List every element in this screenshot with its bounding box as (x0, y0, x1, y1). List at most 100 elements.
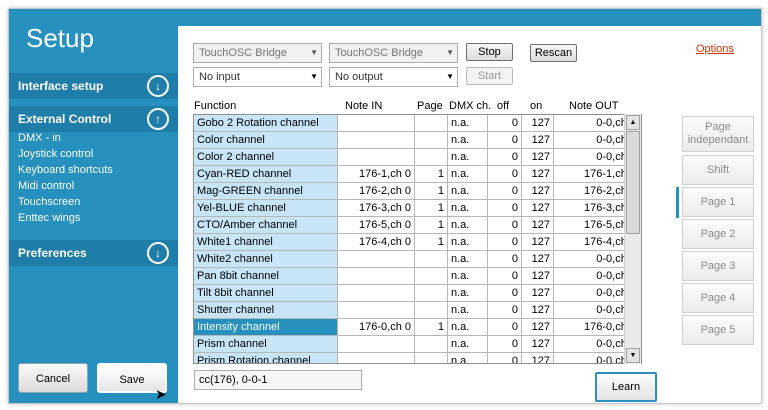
cell-note-in[interactable]: 176-4,ch 0 (338, 234, 415, 251)
cell-on[interactable]: 127 (522, 336, 554, 353)
cell-function[interactable]: Color 2 channel (194, 149, 338, 166)
cell-on[interactable]: 127 (522, 268, 554, 285)
cell-on[interactable]: 127 (522, 319, 554, 336)
cell-on[interactable]: 127 (522, 166, 554, 183)
cell-dmx-channel[interactable]: n.a. (448, 132, 488, 149)
sidebar-item-enttec[interactable]: Enttec wings (18, 212, 80, 224)
cell-function[interactable]: Intensity channel (194, 319, 338, 336)
cell-off[interactable]: 0 (488, 353, 522, 363)
cell-dmx-channel[interactable]: n.a. (448, 251, 488, 268)
learn-button[interactable]: Learn (595, 372, 657, 402)
input-select[interactable]: No input ▼ (193, 67, 322, 87)
cell-note-in[interactable] (338, 353, 415, 363)
rescan-button[interactable]: Rescan (530, 44, 577, 62)
table-row[interactable]: Shutter channel n.a. 0 127 0-0,ch 0 (194, 302, 641, 319)
cell-on[interactable]: 127 (522, 302, 554, 319)
cell-function[interactable]: Mag-GREEN channel (194, 183, 338, 200)
cell-off[interactable]: 0 (488, 336, 522, 353)
page-4-button[interactable]: Page 4 (682, 283, 754, 313)
cell-dmx-channel[interactable]: n.a. (448, 234, 488, 251)
cell-on[interactable]: 127 (522, 217, 554, 234)
cell-note-in[interactable]: 176-3,ch 0 (338, 200, 415, 217)
cell-off[interactable]: 0 (488, 302, 522, 319)
cell-function[interactable]: CTO/Amber channel (194, 217, 338, 234)
cell-page[interactable] (415, 353, 448, 363)
cell-dmx-channel[interactable]: n.a. (448, 285, 488, 302)
cell-off[interactable]: 0 (488, 234, 522, 251)
table-row[interactable]: Color channel n.a. 0 127 0-0,ch 0 (194, 132, 641, 149)
cell-on[interactable]: 127 (522, 115, 554, 132)
cell-page[interactable] (415, 251, 448, 268)
stop-button[interactable]: Stop (466, 43, 513, 61)
page-5-button[interactable]: Page 5 (682, 315, 754, 345)
cell-function[interactable]: White1 channel (194, 234, 338, 251)
page-independent-button[interactable]: Page independant (682, 116, 754, 152)
cell-page[interactable] (415, 115, 448, 132)
cell-function[interactable]: Prism channel (194, 336, 338, 353)
cell-function[interactable]: Pan 8bit channel (194, 268, 338, 285)
sidebar-item-joystick[interactable]: Joystick control (18, 148, 93, 160)
cell-dmx-channel[interactable]: n.a. (448, 217, 488, 234)
section-external-control[interactable]: External Control ↑ (9, 106, 178, 132)
start-button[interactable]: Start (466, 67, 513, 85)
input-device-combo[interactable]: TouchOSC Bridge ▼ (193, 43, 322, 63)
cell-dmx-channel[interactable]: n.a. (448, 319, 488, 336)
cell-dmx-channel[interactable]: n.a. (448, 302, 488, 319)
cell-page[interactable] (415, 302, 448, 319)
cell-note-in[interactable]: 176-2,ch 0 (338, 183, 415, 200)
page-2-button[interactable]: Page 2 (682, 219, 754, 249)
cell-function[interactable]: Tilt 8bit channel (194, 285, 338, 302)
cell-off[interactable]: 0 (488, 115, 522, 132)
table-row[interactable]: Tilt 8bit channel n.a. 0 127 0-0,ch 0 (194, 285, 641, 302)
cell-page[interactable] (415, 132, 448, 149)
page-3-button[interactable]: Page 3 (682, 251, 754, 281)
cell-function[interactable]: Color channel (194, 132, 338, 149)
cell-function[interactable]: White2 channel (194, 251, 338, 268)
cell-page[interactable] (415, 285, 448, 302)
cell-page[interactable]: 1 (415, 234, 448, 251)
cell-function[interactable]: Shutter channel (194, 302, 338, 319)
cell-dmx-channel[interactable]: n.a. (448, 183, 488, 200)
cell-note-in[interactable]: 176-1,ch 0 (338, 166, 415, 183)
scroll-thumb[interactable] (626, 131, 640, 234)
cell-page[interactable] (415, 336, 448, 353)
cell-dmx-channel[interactable]: n.a. (448, 115, 488, 132)
table-row[interactable]: Pan 8bit channel n.a. 0 127 0-0,ch 0 (194, 268, 641, 285)
section-interface-setup[interactable]: Interface setup ↓ (9, 73, 178, 99)
table-row[interactable]: Mag-GREEN channel 176-2,ch 0 1 n.a. 0 127 176-… (194, 183, 641, 200)
cell-on[interactable]: 127 (522, 251, 554, 268)
table-row[interactable]: Color 2 channel n.a. 0 127 0-0,ch 0 (194, 149, 641, 166)
output-device-combo[interactable]: TouchOSC Bridge ▼ (329, 43, 458, 63)
cell-dmx-channel[interactable]: n.a. (448, 149, 488, 166)
cell-off[interactable]: 0 (488, 217, 522, 234)
output-select[interactable]: No output ▼ (329, 67, 458, 87)
cell-on[interactable]: 127 (522, 200, 554, 217)
cell-on[interactable]: 127 (522, 183, 554, 200)
cell-on[interactable]: 127 (522, 132, 554, 149)
cell-note-in[interactable] (338, 132, 415, 149)
cell-note-in[interactable] (338, 115, 415, 132)
section-preferences[interactable]: Preferences ↓ (9, 240, 178, 266)
cell-page[interactable]: 1 (415, 166, 448, 183)
cell-on[interactable]: 127 (522, 149, 554, 166)
cell-dmx-channel[interactable]: n.a. (448, 353, 488, 363)
cell-off[interactable]: 0 (488, 149, 522, 166)
cell-off[interactable]: 0 (488, 268, 522, 285)
cell-note-in[interactable]: 176-0,ch 0 (338, 319, 415, 336)
cell-off[interactable]: 0 (488, 166, 522, 183)
cell-on[interactable]: 127 (522, 353, 554, 363)
mapping-table[interactable]: Gobo 2 Rotation channel n.a. 0 127 0-0,ch 0C… (193, 114, 642, 364)
cell-function[interactable]: Cyan-RED channel (194, 166, 338, 183)
sidebar-item-dmx-in[interactable]: DMX - in (18, 132, 61, 144)
scroll-up-icon[interactable]: ▲ (626, 115, 640, 130)
sidebar-item-midi[interactable]: Midi control (18, 180, 74, 192)
arrow-down-circle-icon[interactable]: ↓ (147, 242, 169, 264)
cell-off[interactable]: 0 (488, 319, 522, 336)
scroll-down-icon[interactable]: ▼ (626, 348, 640, 363)
cell-on[interactable]: 127 (522, 285, 554, 302)
cell-page[interactable]: 1 (415, 217, 448, 234)
cell-off[interactable]: 0 (488, 183, 522, 200)
cell-note-in[interactable] (338, 251, 415, 268)
table-row[interactable]: Cyan-RED channel 176-1,ch 0 1 n.a. 0 127 176-1… (194, 166, 641, 183)
table-row[interactable]: Gobo 2 Rotation channel n.a. 0 127 0-0,ch 0 (194, 115, 641, 132)
